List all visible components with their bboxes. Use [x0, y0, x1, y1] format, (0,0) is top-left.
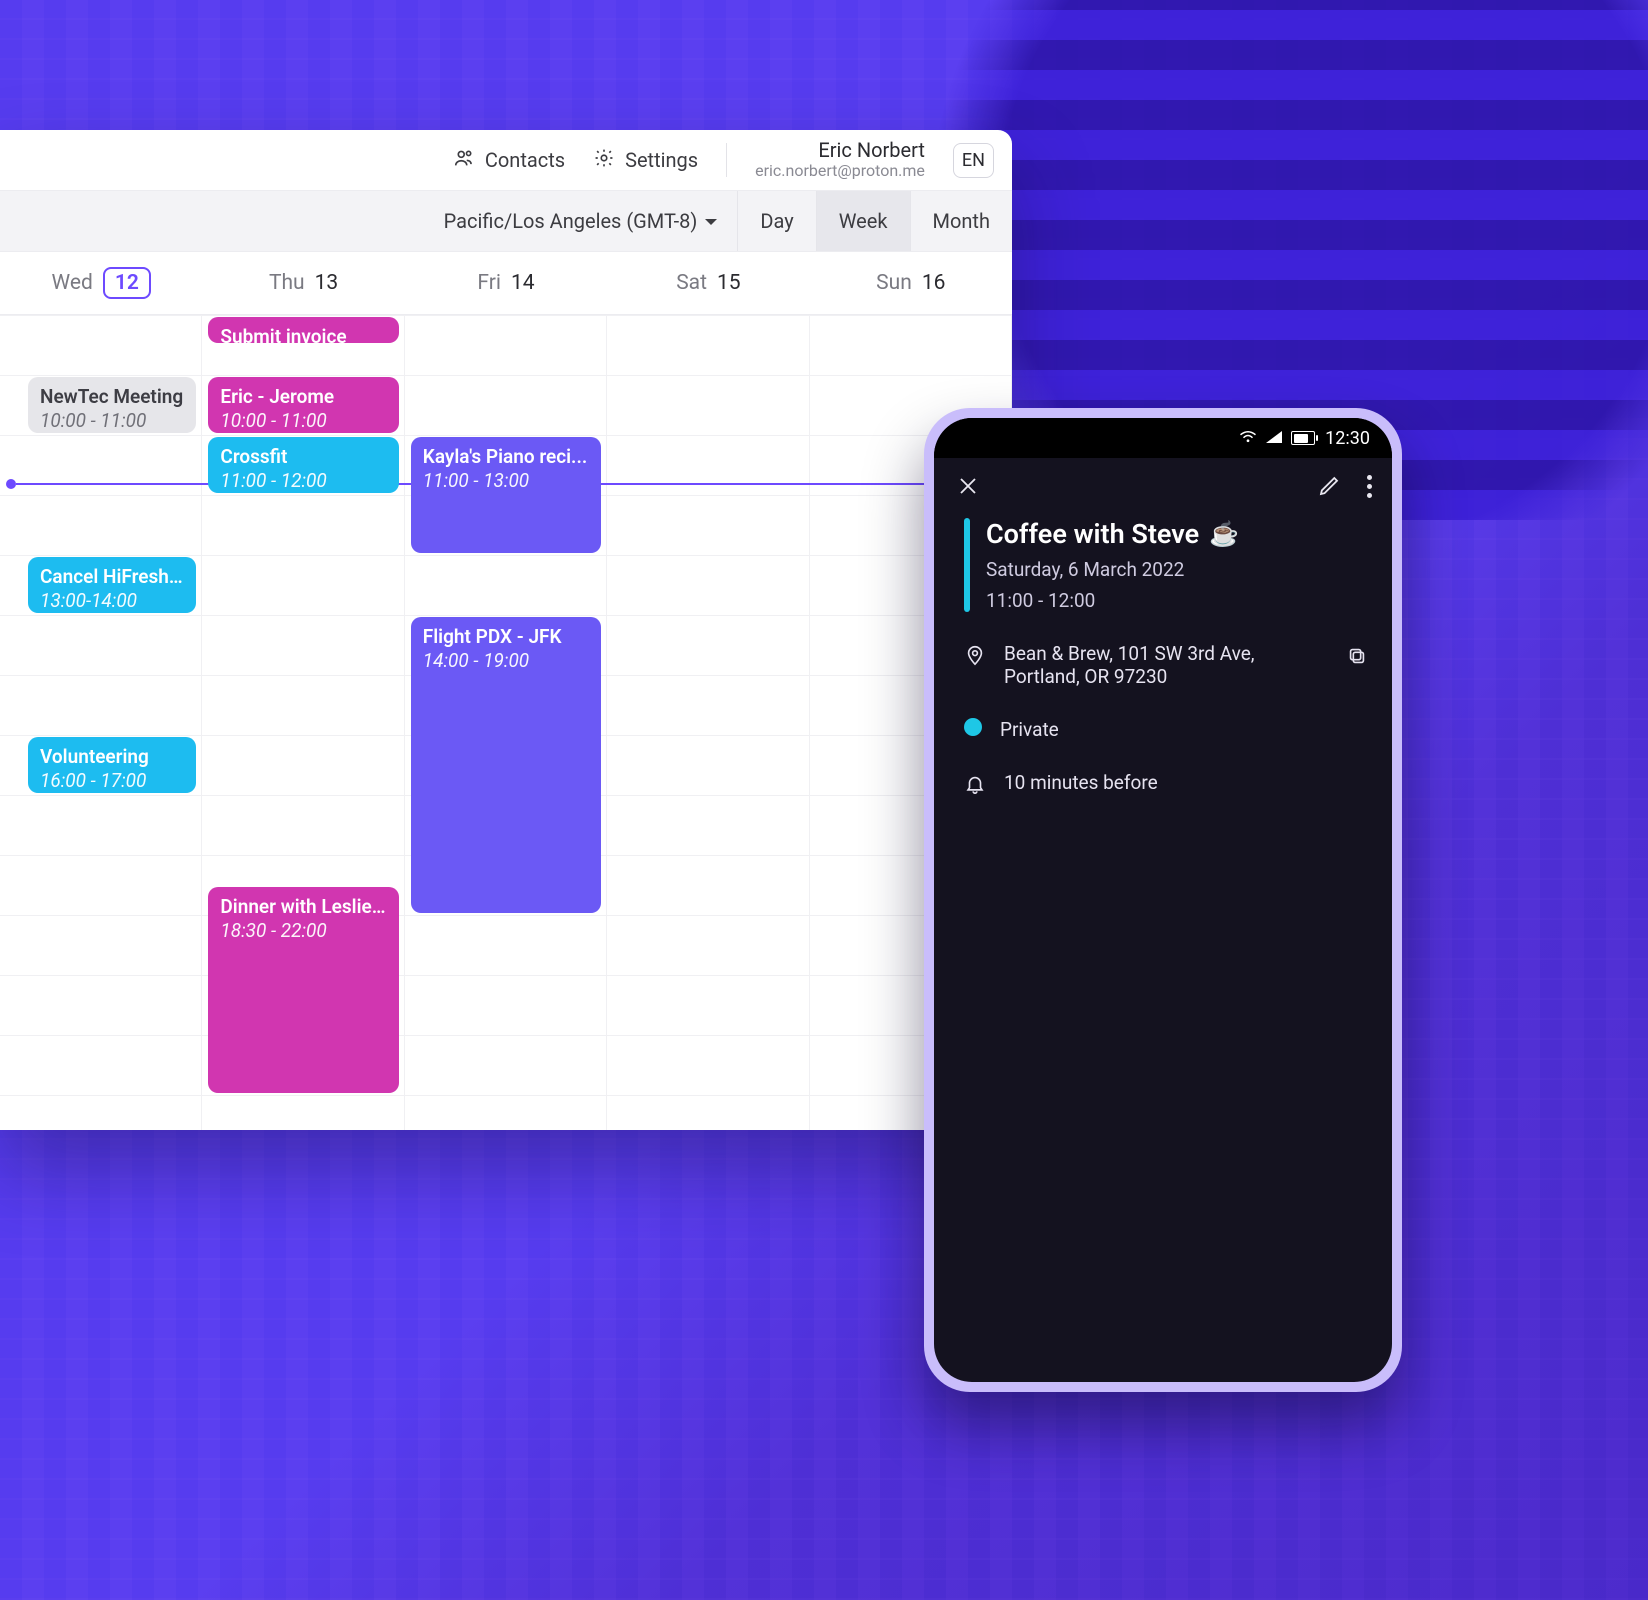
event-title: Eric - Jerome: [220, 385, 386, 409]
view-day[interactable]: Day: [737, 191, 815, 251]
event-range: 14:00 - 19:00: [423, 649, 589, 673]
edit-button[interactable]: [1315, 472, 1343, 500]
timezone-dropdown[interactable]: Pacific/Los Angeles (GMT-8): [424, 209, 738, 233]
location-icon: [964, 642, 986, 671]
view-switcher: Day Week Month: [737, 191, 1012, 251]
calendar-event[interactable]: Flight PDX - JFK14:00 - 19:00: [411, 617, 601, 913]
day-header-cell[interactable]: Thu 13: [202, 271, 404, 295]
event-title: Flight PDX - JFK: [423, 625, 589, 649]
event-range: 18:30 - 22:00: [220, 919, 386, 943]
event-title: Submit invoice: [220, 325, 386, 343]
day-number: 13: [315, 271, 339, 295]
contacts-label: Contacts: [485, 148, 565, 172]
event-visibility: Private: [1000, 718, 1370, 741]
settings-label: Settings: [625, 148, 698, 172]
location-line-2: Portland, OR 97230: [1004, 665, 1326, 688]
event-title: Coffee with Steve ☕: [986, 518, 1370, 550]
day-of-week: Sun: [876, 271, 912, 295]
calendar-event[interactable]: Eric - Jerome10:00 - 11:00: [208, 377, 398, 433]
event-title: Cancel HiFresh s...: [40, 565, 184, 589]
day-of-week: Sat: [676, 271, 707, 295]
event-range: 10:00 - 11:00: [220, 409, 386, 433]
event-title: Volunteering: [40, 745, 184, 769]
event-title: Crossfit: [220, 445, 386, 469]
calendar-grid[interactable]: NewTec Meeting10:00 - 11:00Submit invoic…: [0, 315, 1012, 1130]
calendar-event[interactable]: Submit invoice: [208, 317, 398, 343]
view-week[interactable]: Week: [816, 191, 910, 251]
wifi-icon: [1239, 428, 1257, 449]
gear-icon: [593, 147, 615, 174]
day-number: 12: [103, 267, 151, 299]
phone-frame: 12:30: [924, 408, 1402, 1392]
location-line-1: Bean & Brew, 101 SW 3rd Ave,: [1004, 642, 1326, 665]
day-header-cell[interactable]: Fri 14: [405, 271, 607, 295]
day-of-week: Wed: [52, 271, 93, 295]
event-actionbar: [934, 458, 1392, 514]
event-range: 11:00 - 13:00: [423, 469, 589, 493]
calendar-event[interactable]: Volunteering16:00 - 17:00: [28, 737, 196, 793]
contacts-icon: [453, 147, 475, 174]
calendar-event[interactable]: Dinner with Leslie...18:30 - 22:00: [208, 887, 398, 1093]
event-range: 10:00 - 11:00: [40, 409, 184, 433]
event-title-text: Coffee with Steve: [986, 518, 1199, 550]
signal-icon: [1265, 428, 1283, 449]
calendar-toolbar: Pacific/Los Angeles (GMT-8) Day Week Mon…: [0, 190, 1012, 252]
calendar-dot-icon: [964, 718, 982, 736]
day-number: 16: [922, 271, 946, 295]
timezone-label: Pacific/Los Angeles (GMT-8): [444, 209, 698, 233]
more-menu-button[interactable]: [1367, 475, 1372, 498]
day-of-week: Fri: [477, 271, 501, 295]
event-location-row: Bean & Brew, 101 SW 3rd Ave, Portland, O…: [964, 642, 1370, 688]
day-header-cell[interactable]: Sat 15: [607, 271, 809, 295]
day-header-cell[interactable]: Sun 16: [810, 271, 1012, 295]
settings-link[interactable]: Settings: [593, 147, 698, 174]
day-of-week: Thu: [269, 271, 305, 295]
day-number: 14: [511, 271, 535, 295]
event-title: Kayla's Piano reci...: [423, 445, 589, 469]
event-range: 16:00 - 17:00: [40, 769, 184, 793]
calendar-event[interactable]: NewTec Meeting10:00 - 11:00: [28, 377, 196, 433]
close-button[interactable]: [954, 472, 982, 500]
user-email: eric.norbert@proton.me: [755, 162, 925, 180]
event-date: Saturday, 6 March 2022: [986, 558, 1370, 581]
separator: [726, 143, 727, 177]
copy-location-button[interactable]: [1344, 642, 1370, 668]
view-month[interactable]: Month: [910, 191, 1012, 251]
event-card: Coffee with Steve ☕ Saturday, 6 March 20…: [934, 514, 1392, 800]
contacts-link[interactable]: Contacts: [453, 147, 565, 174]
event-time: 11:00 - 12:00: [986, 589, 1370, 612]
day-number: 15: [717, 271, 741, 295]
event-visibility-row: Private: [964, 718, 1370, 741]
event-range: 13:00-14:00: [40, 589, 184, 613]
calendar-event[interactable]: Kayla's Piano reci...11:00 - 13:00: [411, 437, 601, 553]
day-header-cell[interactable]: Wed 12: [0, 267, 202, 299]
phone-statusbar: 12:30: [934, 418, 1392, 458]
calendar-color-accent: [964, 518, 970, 612]
phone-screen: 12:30: [934, 418, 1392, 1382]
event-range: 11:00 - 12:00: [220, 469, 386, 493]
account-block[interactable]: Eric Norbert eric.norbert@proton.me: [755, 139, 925, 180]
coffee-icon: ☕: [1209, 520, 1239, 548]
event-reminder-row: 10 minutes before: [964, 771, 1370, 800]
user-name: Eric Norbert: [818, 139, 925, 162]
status-icons: [1239, 428, 1315, 449]
calendar-event[interactable]: Cancel HiFresh s...13:00-14:00: [28, 557, 196, 613]
calendar-window: Contacts Settings Eric Norbert eric.norb…: [0, 130, 1012, 1130]
status-time: 12:30: [1325, 428, 1370, 449]
event-reminder: 10 minutes before: [1004, 771, 1370, 794]
calendar-topbar: Contacts Settings Eric Norbert eric.norb…: [0, 130, 1012, 190]
chevron-down-icon: [705, 219, 717, 231]
event-title: Dinner with Leslie...: [220, 895, 386, 919]
day-header-row: Wed 12 Thu 13 Fri 14 Sat 15 Sun 16: [0, 252, 1012, 315]
calendar-event[interactable]: Crossfit11:00 - 12:00: [208, 437, 398, 493]
event-location: Bean & Brew, 101 SW 3rd Ave, Portland, O…: [1004, 642, 1326, 688]
bell-icon: [964, 771, 986, 800]
battery-icon: [1291, 431, 1315, 445]
event-title: NewTec Meeting: [40, 385, 184, 409]
language-selector[interactable]: EN: [953, 143, 994, 178]
